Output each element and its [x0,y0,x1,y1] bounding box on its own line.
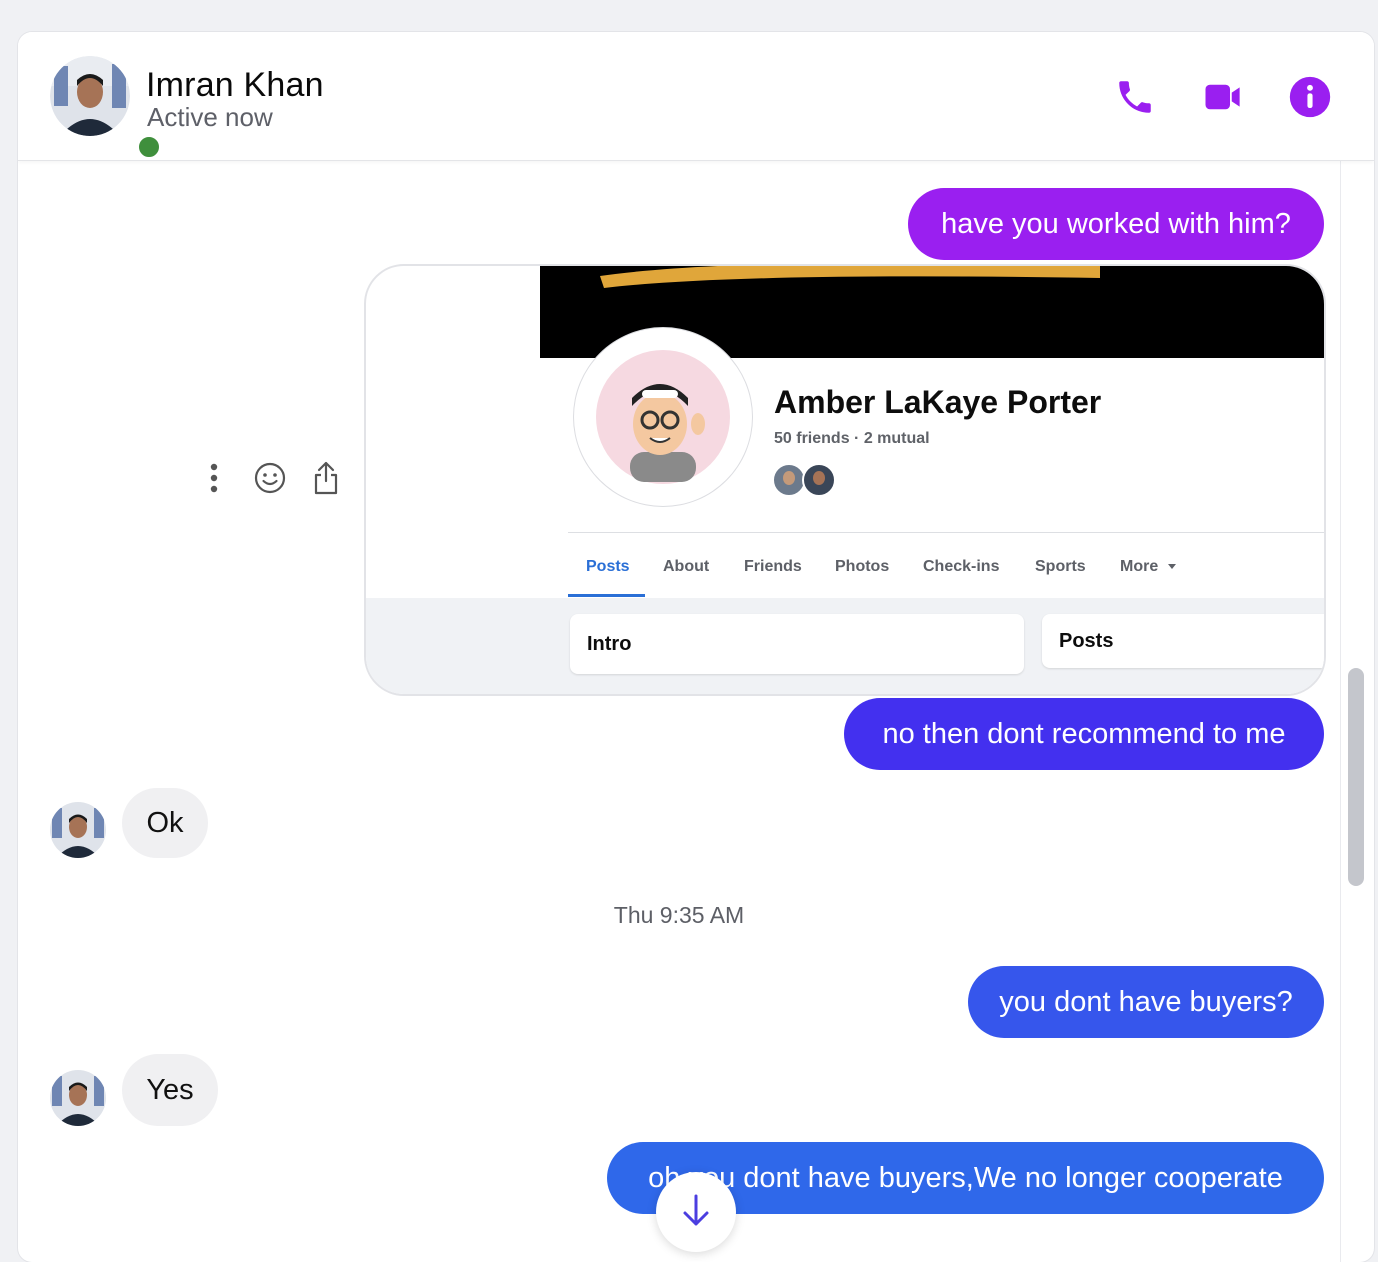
tab-posts: Posts [586,558,630,575]
incoming-message[interactable]: Ok [122,788,208,858]
active-tab-indicator [568,594,645,597]
share-button[interactable] [308,460,344,496]
shared-screenshot-message[interactable]: Amber LaKaye Porter 50 friends · 2 mutua… [364,264,1326,696]
tab-photos: Photos [835,558,890,575]
arrow-down-icon [683,1194,709,1226]
profile-name: Amber LaKaye Porter [774,384,1102,420]
contact-avatar[interactable] [50,56,162,160]
info-icon [1289,76,1331,118]
phone-icon [1119,81,1151,113]
tab-friends: Friends [744,558,802,575]
caret-down-icon [1167,564,1176,569]
tab-about: About [663,558,710,575]
profile-content-area: Intro Posts [540,598,1324,694]
scroll-to-bottom-button[interactable] [656,1172,736,1252]
incoming-message[interactable]: Yes [122,1054,218,1126]
contact-name[interactable]: Imran Khan [146,66,324,105]
outgoing-message[interactable]: have you worked with him? [908,188,1324,260]
mutual-friend-avatars [772,462,842,498]
outgoing-message[interactable]: you dont have buyers? [968,966,1324,1038]
video-icon [1205,84,1240,110]
screenshot-background [366,598,540,694]
profile-friend-count: 50 friends · 2 mutual [774,430,930,447]
tab-more: More [1120,558,1177,576]
profile-avatar [574,328,752,506]
tab-sports: Sports [1035,558,1086,575]
more-options-icon [210,463,218,493]
conversation-header: Imran Khan Active now [18,32,1374,161]
message-timestamp: Thu 9:35 AM [613,902,745,928]
contact-avatar-image [50,56,130,136]
profile-screenshot: Amber LaKaye Porter 50 friends · 2 mutua… [540,266,1324,694]
share-icon [314,461,338,495]
scrollbar-thumb[interactable] [1348,668,1364,886]
tab-check-ins: Check-ins [923,558,1000,575]
contact-avatar-small[interactable] [50,1070,106,1126]
contact-avatar-image [50,1070,106,1126]
video-call-button[interactable] [1200,74,1246,120]
conversation-info-button[interactable] [1287,74,1333,120]
contact-avatar-image [50,802,106,858]
contact-avatar-small[interactable] [50,802,106,858]
conversation-panel: Imran Khan Active now have you worked wi… [18,32,1374,1262]
active-status: Active now [147,102,273,132]
react-button[interactable] [252,460,288,496]
posts-card: Posts [1042,614,1324,668]
phone-call-button[interactable] [1112,74,1158,120]
outgoing-message[interactable]: no then dont recommend to me [844,698,1324,770]
react-emoji-icon [254,462,286,494]
intro-card: Intro [570,614,1024,674]
profile-divider [568,532,1324,533]
more-options-button[interactable] [196,460,232,496]
online-status-dot [136,134,162,160]
